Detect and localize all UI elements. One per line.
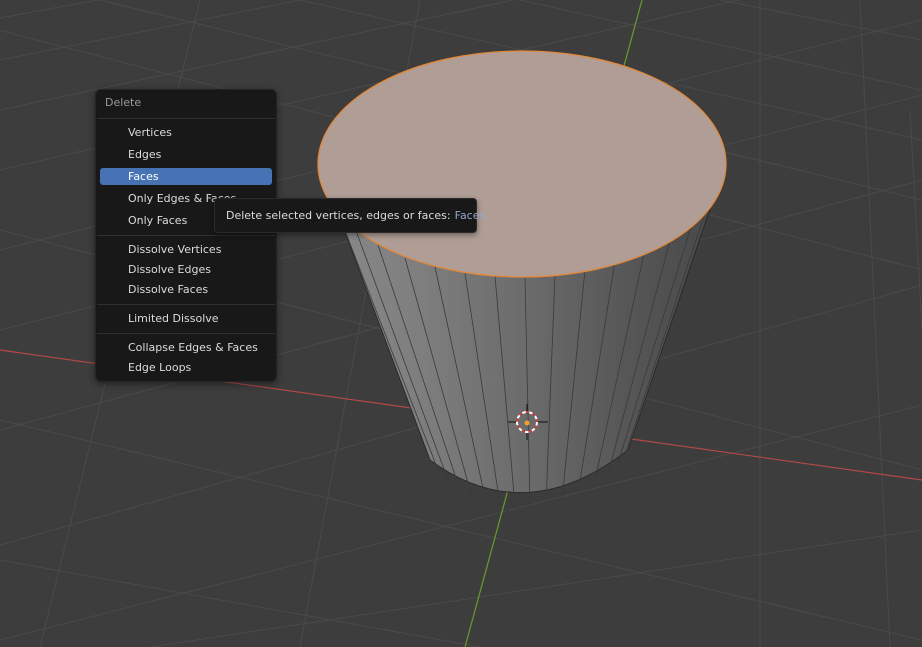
menu-item-dissolve-faces[interactable]: Dissolve Faces: [100, 281, 272, 298]
menu-item-collapse-edges-faces[interactable]: Collapse Edges & Faces: [100, 339, 272, 356]
tooltip: Delete selected vertices, edges or faces…: [214, 198, 485, 233]
tooltip-value: Faces: [454, 209, 486, 222]
menu-item-edges[interactable]: Edges: [100, 146, 272, 163]
menu-item-edge-loops[interactable]: Edge Loops: [100, 359, 272, 376]
menu-divider: [97, 118, 275, 119]
delete-menu: Delete Vertices Edges Faces Only Edges &…: [95, 89, 277, 382]
menu-item-vertices[interactable]: Vertices: [100, 124, 272, 141]
menu-divider: [97, 235, 275, 236]
menu-item-faces[interactable]: Faces: [100, 168, 272, 185]
selected-top-face[interactable]: [317, 50, 727, 278]
menu-divider: [97, 333, 275, 334]
menu-divider: [97, 304, 275, 305]
menu-item-dissolve-edges[interactable]: Dissolve Edges: [100, 261, 272, 278]
tooltip-text: Delete selected vertices, edges or faces…: [226, 209, 451, 222]
menu-item-dissolve-vertices[interactable]: Dissolve Vertices: [100, 241, 272, 258]
menu-title: Delete: [105, 96, 142, 109]
menu-item-limited-dissolve[interactable]: Limited Dissolve: [100, 310, 272, 327]
